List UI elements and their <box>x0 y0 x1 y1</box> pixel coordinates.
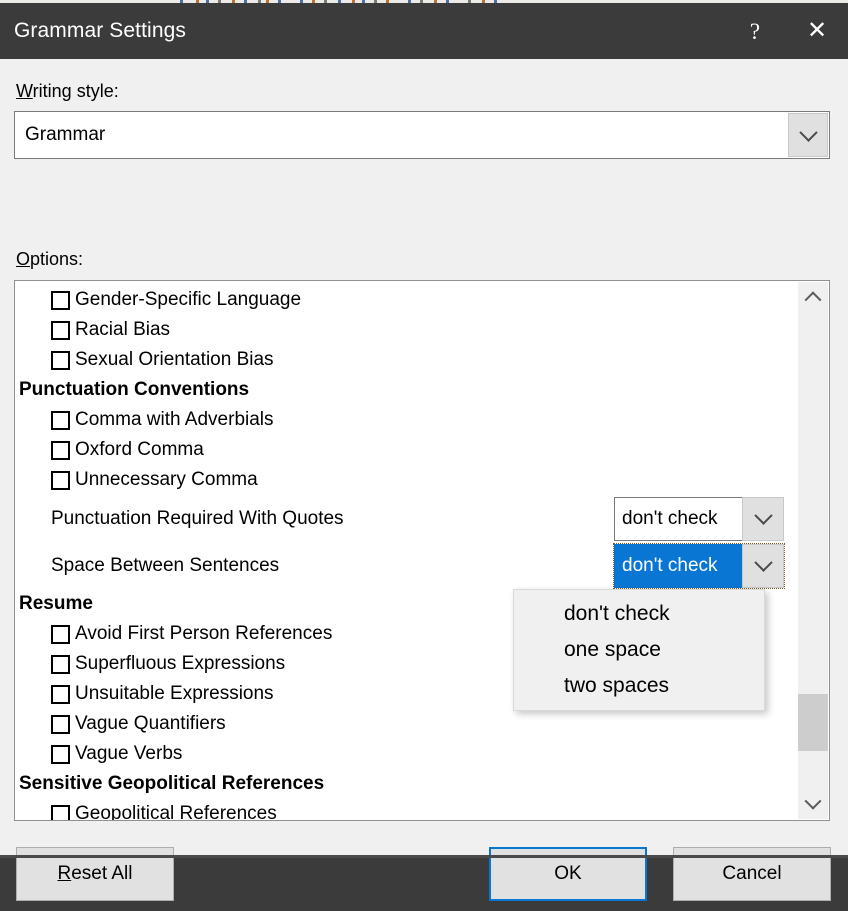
checkbox-icon[interactable] <box>51 350 70 370</box>
checkbox-icon[interactable] <box>51 470 70 490</box>
scrollbar-thumb[interactable] <box>798 693 828 751</box>
chevron-down-icon <box>753 506 773 525</box>
checkbox-icon[interactable] <box>51 654 70 674</box>
option-checkbox-row[interactable]: Geopolitical References <box>15 799 800 821</box>
options-group-header: Sensitive Geopolitical References <box>15 769 800 799</box>
writing-style-combobox[interactable]: Grammar <box>14 111 830 159</box>
group-label: Resume <box>19 593 93 614</box>
space-between-sentences-dropdown-popup[interactable]: don't check one space two spaces <box>513 589 765 711</box>
option-label: Vague Verbs <box>75 743 183 764</box>
dropdown-option[interactable]: one space <box>514 632 764 668</box>
checkbox-icon[interactable] <box>51 744 70 764</box>
checkbox-icon[interactable] <box>51 410 70 430</box>
option-combobox-value: don't check <box>614 496 742 541</box>
chevron-down-icon <box>804 792 822 810</box>
option-label: Racial Bias <box>75 319 171 340</box>
help-button[interactable]: ? <box>724 3 786 59</box>
options-listbox[interactable]: Gender-Specific Language Racial Bias Sexua… <box>14 280 830 821</box>
group-label: Punctuation Conventions <box>19 379 250 400</box>
checkbox-icon[interactable] <box>51 624 70 644</box>
chevron-up-icon <box>804 291 822 309</box>
option-checkbox-row[interactable]: Vague Quantifiers <box>15 709 800 739</box>
option-label: Avoid First Person References <box>75 623 333 644</box>
option-label: Unsuitable Expressions <box>75 683 274 704</box>
close-button[interactable]: ✕ <box>786 3 848 59</box>
dropdown-option[interactable]: two spaces <box>514 668 764 704</box>
options-label: Options: <box>16 249 84 269</box>
options-list-content: Gender-Specific Language Racial Bias Sexua… <box>15 281 800 821</box>
option-checkbox-row[interactable]: Sexual Orientation Bias <box>15 345 800 375</box>
option-label: Superfluous Expressions <box>75 653 286 674</box>
option-combobox[interactable]: don't check <box>613 542 785 589</box>
checkbox-icon[interactable] <box>51 714 70 734</box>
option-combobox-value: don't check <box>614 543 742 588</box>
option-label: Gender-Specific Language <box>75 289 302 310</box>
option-label: Geopolitical References <box>75 803 277 821</box>
option-label: Punctuation Required With Quotes <box>51 507 344 529</box>
title-bar-buttons: ? ✕ <box>724 3 848 59</box>
title-bar: Grammar Settings ? ✕ <box>0 3 848 59</box>
writing-style-dropdown-arrow[interactable] <box>788 113 828 157</box>
option-label: Space Between Sentences <box>51 554 280 576</box>
option-combobox-arrow[interactable] <box>742 543 784 588</box>
option-checkbox-row[interactable]: Racial Bias <box>15 315 800 345</box>
options-group-header: Punctuation Conventions <box>15 375 800 405</box>
checkbox-icon[interactable] <box>51 684 70 704</box>
dropdown-option[interactable]: don't check <box>514 596 764 632</box>
chevron-down-icon <box>753 553 773 572</box>
scroll-down-button[interactable] <box>798 789 828 819</box>
grammar-settings-dialog: Grammar Settings ? ✕ Writing style: Gram… <box>0 3 848 901</box>
option-checkbox-row[interactable]: Gender-Specific Language <box>15 285 800 315</box>
option-combobox[interactable]: don't check <box>614 496 784 541</box>
option-label: Oxford Comma <box>75 439 204 460</box>
option-label: Sexual Orientation Bias <box>75 349 274 370</box>
close-icon: ✕ <box>806 17 828 44</box>
writing-style-value: Grammar <box>25 124 106 145</box>
option-combobox-arrow[interactable] <box>742 496 784 541</box>
chevron-down-icon <box>798 122 818 142</box>
scroll-up-button[interactable] <box>798 282 828 312</box>
checkbox-icon[interactable] <box>51 290 70 310</box>
writing-style-label: Writing style: <box>16 81 119 101</box>
option-combo-row: Space Between Sentences don't check <box>15 542 800 589</box>
checkbox-icon[interactable] <box>51 320 70 340</box>
option-checkbox-row[interactable]: Comma with Adverbials <box>15 405 800 435</box>
scrollbar-track[interactable] <box>798 312 828 789</box>
option-label: Unnecessary Comma <box>75 469 258 490</box>
option-checkbox-row[interactable]: Unnecessary Comma <box>15 465 800 495</box>
group-label: Sensitive Geopolitical References <box>19 773 325 794</box>
option-label: Comma with Adverbials <box>75 409 274 430</box>
option-combo-row: Punctuation Required With Quotes don't ch… <box>15 495 800 542</box>
dialog-title: Grammar Settings <box>14 19 186 42</box>
dialog-footer: Reset All OK Cancel <box>0 835 848 911</box>
checkbox-icon[interactable] <box>51 804 70 820</box>
option-label: Vague Quantifiers <box>75 713 226 734</box>
options-scrollbar[interactable] <box>798 282 828 819</box>
option-checkbox-row[interactable]: Oxford Comma <box>15 435 800 465</box>
checkbox-icon[interactable] <box>51 440 70 460</box>
question-mark-icon: ? <box>749 18 761 44</box>
option-checkbox-row[interactable]: Vague Verbs <box>15 739 800 769</box>
